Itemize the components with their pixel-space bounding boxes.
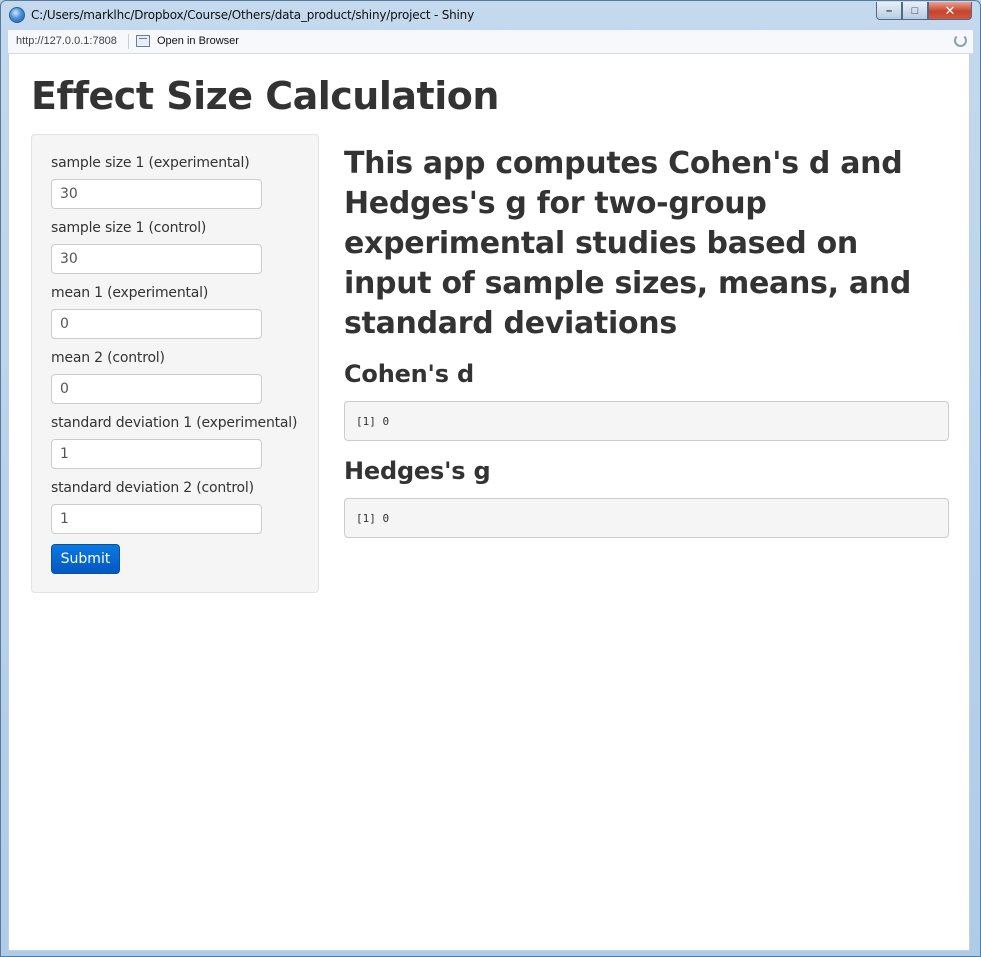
maximize-button[interactable]: □ <box>902 2 928 20</box>
app-window: C:/Users/marklhc/Dropbox/Course/Others/d… <box>0 0 981 957</box>
hedges-g-heading: Hedges's g <box>344 457 491 485</box>
label-mean-control: mean 2 (control) <box>51 350 165 366</box>
url-display: http://127.0.0.1:7808 <box>16 35 117 47</box>
submit-button[interactable]: Submit <box>51 544 120 574</box>
input-sample-size-experimental[interactable] <box>51 179 262 209</box>
input-sd-experimental[interactable] <box>51 439 262 469</box>
toolbar-divider <box>128 34 129 49</box>
input-sample-size-control[interactable] <box>51 244 262 274</box>
window-title: C:/Users/marklhc/Dropbox/Course/Others/d… <box>31 8 474 22</box>
open-in-browser-icon[interactable] <box>136 35 150 47</box>
label-sample-size-experimental: sample size 1 (experimental) <box>51 155 250 171</box>
viewer-toolbar: http://127.0.0.1:7808 Open in Browser <box>8 30 973 54</box>
hedges-g-output: [1] 0 <box>344 498 949 538</box>
close-button[interactable]: ✕ <box>928 2 972 20</box>
minimize-button[interactable]: – <box>876 2 902 20</box>
shiny-app-icon <box>9 7 25 23</box>
label-sd-control: standard deviation 2 (control) <box>51 480 254 496</box>
open-in-browser-link[interactable]: Open in Browser <box>157 35 239 47</box>
title-bar[interactable]: C:/Users/marklhc/Dropbox/Course/Others/d… <box>1 1 980 29</box>
input-mean-experimental[interactable] <box>51 309 262 339</box>
app-content: Effect Size Calculation sample size 1 (e… <box>8 54 970 951</box>
input-sd-control[interactable] <box>51 504 262 534</box>
input-sidebar: sample size 1 (experimental) sample size… <box>31 134 319 593</box>
label-mean-experimental: mean 1 (experimental) <box>51 285 209 301</box>
cohens-d-output: [1] 0 <box>344 401 949 441</box>
page-title: Effect Size Calculation <box>31 74 499 118</box>
label-sd-experimental: standard deviation 1 (experimental) <box>51 415 298 431</box>
main-panel: This app computes Cohen's d and Hedges's… <box>344 144 949 538</box>
cohens-d-heading: Cohen's d <box>344 360 474 388</box>
window-controls: – □ ✕ <box>876 2 972 20</box>
label-sample-size-control: sample size 1 (control) <box>51 220 207 236</box>
intro-heading: This app computes Cohen's d and Hedges's… <box>344 146 911 341</box>
refresh-icon[interactable] <box>954 34 967 47</box>
input-mean-control[interactable] <box>51 374 262 404</box>
